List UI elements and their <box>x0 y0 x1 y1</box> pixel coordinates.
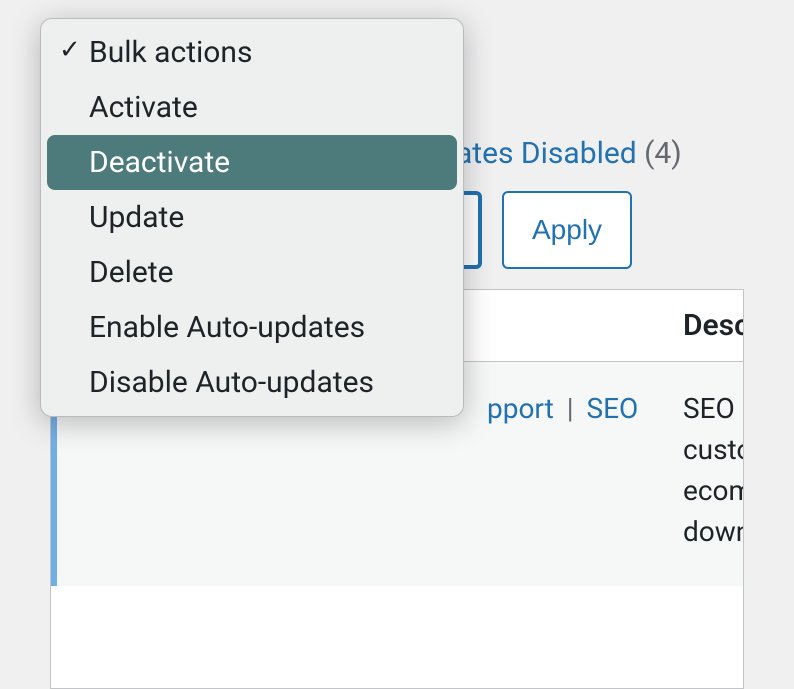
desc-line: custo <box>683 433 743 466</box>
plugin-link-seo[interactable]: SEO <box>587 392 639 425</box>
desc-line: down <box>683 515 743 548</box>
dropdown-option-deactivate[interactable]: Deactivate <box>47 135 457 190</box>
plugin-link-support[interactable]: pport <box>487 392 554 425</box>
desc-line: SEO <box>683 392 743 425</box>
link-separator: | <box>567 392 574 425</box>
dropdown-option-bulk-actions[interactable]: Bulk actions <box>47 25 457 80</box>
bulk-actions-dropdown[interactable]: Bulk actions Activate Deactivate Update … <box>40 18 464 417</box>
desc-line: ecom <box>683 474 743 507</box>
apply-button[interactable]: Apply <box>502 191 632 269</box>
plugin-description: SEO custo ecom down <box>653 392 743 556</box>
filter-auto-disabled-count: (4) <box>644 136 682 171</box>
dropdown-option-disable-auto-updates[interactable]: Disable Auto-updates <box>47 355 457 410</box>
column-description-header[interactable]: Description <box>653 308 743 343</box>
dropdown-option-update[interactable]: Update <box>47 190 457 245</box>
dropdown-option-activate[interactable]: Activate <box>47 80 457 135</box>
dropdown-option-delete[interactable]: Delete <box>47 245 457 300</box>
dropdown-option-enable-auto-updates[interactable]: Enable Auto-updates <box>47 300 457 355</box>
